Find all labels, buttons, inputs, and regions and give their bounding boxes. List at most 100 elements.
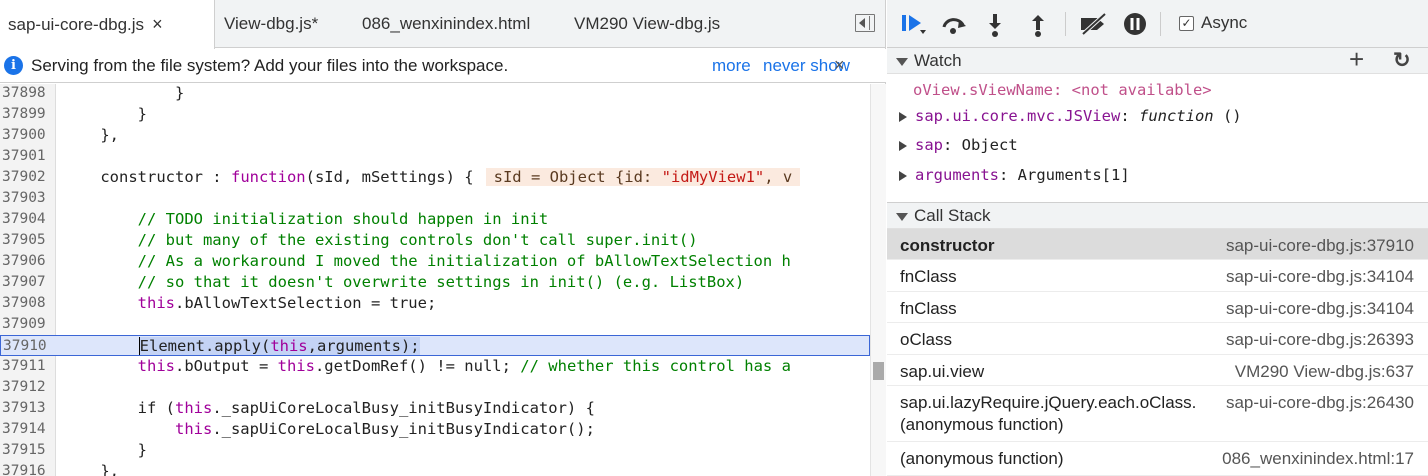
editor-scrollbar[interactable] [870, 84, 886, 476]
line-number[interactable]: 37904 [2, 209, 46, 230]
callstack-frame[interactable]: oClass sap-ui-core-dbg.js:26393 [887, 323, 1428, 355]
callstack-frame[interactable]: sap.ui.lazyRequire.jQuery.each.oClass. (a… [887, 386, 1428, 442]
code-line: 37898 } [0, 84, 870, 104]
line-source: this.bAllowTextSelection = true; [63, 293, 437, 314]
step-over-icon[interactable] [940, 13, 968, 35]
close-infobar-icon[interactable]: × [834, 49, 845, 82]
line-number[interactable]: 37907 [2, 272, 46, 293]
code-line: 37914 this._sapUiCoreLocalBusy_initBusyI… [0, 419, 870, 440]
watch-item[interactable]: sap: Object [887, 131, 1428, 160]
resume-icon[interactable] [900, 13, 928, 35]
close-tab-icon[interactable]: × [152, 14, 163, 34]
inline-value-string: "idMyView1" [661, 168, 765, 186]
watch-separator: : [999, 166, 1018, 184]
code-line: 37912 [0, 377, 870, 398]
line-number[interactable]: 37912 [2, 377, 46, 398]
callstack-section-header[interactable]: Call Stack [887, 202, 1428, 229]
line-number[interactable]: 37898 [2, 84, 46, 104]
frame-location[interactable]: sap-ui-core-dbg.js:34104 [1226, 266, 1414, 288]
line-number[interactable]: 37908 [2, 293, 46, 314]
watch-separator: : [943, 136, 962, 154]
more-link[interactable]: more [712, 49, 751, 82]
refresh-icon[interactable]: ↻ [1393, 48, 1411, 74]
frame-location[interactable]: sap-ui-core-dbg.js:26430 [1226, 392, 1414, 414]
watch-name: arguments [915, 166, 999, 184]
frame-location[interactable]: sap-ui-core-dbg.js:37910 [1226, 235, 1414, 257]
code-line: 37903 [0, 188, 870, 209]
watch-value: () [1213, 107, 1242, 125]
watch-section-header[interactable]: Watch + ↻ [887, 46, 1428, 74]
line-number[interactable]: 37909 [2, 314, 46, 335]
line-source: }, [63, 461, 119, 476]
callstack-frame[interactable]: sap.ui.view VM290 View-dbg.js:637 [887, 355, 1428, 386]
line-source: this._sapUiCoreLocalBusy_initBusyIndicat… [63, 419, 595, 440]
line-number[interactable]: 37914 [2, 419, 46, 440]
code-text: }, [63, 462, 119, 476]
watch-expression: sap.ui.core.mvc.JSView: function () [915, 102, 1242, 131]
line-number[interactable]: 37899 [2, 104, 46, 125]
keyword: this [174, 399, 213, 417]
line-source: Element.apply(this,arguments); [64, 336, 420, 357]
callstack-frame[interactable]: (anonymous function) 086_wenxinindex.html… [887, 442, 1428, 476]
watch-expression: sap: Object [915, 131, 1018, 160]
line-number[interactable]: 37913 [2, 398, 46, 419]
line-source: // TODO initialization should happen in … [63, 209, 549, 230]
callstack-frame[interactable]: constructor sap-ui-core-dbg.js:37910 [887, 229, 1428, 260]
tab-view-dbg[interactable]: View-dbg.js* [216, 0, 318, 48]
line-source: this.bOutput = this.getDomRef() != null;… [63, 356, 791, 377]
code-text: constructor : [63, 168, 231, 186]
frame-location[interactable]: 086_wenxinindex.html:17 [1222, 448, 1414, 470]
line-number[interactable]: 37902 [2, 167, 46, 188]
line-number[interactable]: 37911 [2, 356, 46, 377]
source-panel: sap-ui-core-dbg.js × View-dbg.js* 086_wen… [0, 0, 886, 476]
async-checkbox[interactable]: ✓ [1179, 16, 1194, 31]
tab-wenxinindex-html[interactable]: 086_wenxinindex.html [354, 0, 530, 48]
line-number[interactable]: 37906 [2, 251, 46, 272]
line-number[interactable]: 37910 [3, 336, 47, 357]
expand-triangle-icon[interactable] [899, 141, 907, 151]
code-comment: // TODO initialization should happen in … [63, 210, 549, 228]
frame-location[interactable]: sap-ui-core-dbg.js:34104 [1226, 298, 1414, 320]
line-number[interactable]: 37905 [2, 230, 46, 251]
step-out-icon[interactable] [1029, 13, 1047, 37]
frame-location[interactable]: sap-ui-core-dbg.js:26393 [1226, 329, 1414, 351]
keyword: this [137, 357, 175, 375]
expand-triangle-icon[interactable] [899, 112, 907, 122]
watch-item[interactable]: sap.ui.core.mvc.JSView: function () [887, 102, 1428, 131]
line-number[interactable]: 37916 [2, 461, 46, 476]
scrollbar-thumb[interactable] [873, 362, 884, 380]
code-text: }, [63, 126, 119, 144]
frame-function-name: sap.ui.view [900, 362, 985, 381]
tab-vm290-view-dbg[interactable]: VM290 View-dbg.js [566, 0, 720, 48]
keyword: this [270, 337, 308, 355]
toggle-debugger-icon[interactable] [855, 14, 875, 32]
line-number[interactable]: 37901 [2, 146, 46, 167]
frame-function-name: (anonymous function) [900, 415, 1064, 434]
callstack-frame[interactable]: fnClass sap-ui-core-dbg.js:34104 [887, 292, 1428, 323]
selected-code: ,arguments); [307, 337, 420, 355]
callstack-frame[interactable]: fnClass sap-ui-core-dbg.js:34104 [887, 260, 1428, 292]
frame-function: sap.ui.lazyRequire.jQuery.each.oClass. (a… [900, 392, 1196, 436]
debugger-sidebar: ✓ Async Watch + ↻ oView.sViewName: <not … [887, 0, 1428, 476]
step-into-icon[interactable] [986, 13, 1004, 37]
watch-item[interactable]: arguments: Arguments[1] [887, 161, 1428, 190]
add-watch-icon[interactable]: + [1349, 46, 1364, 72]
line-source: }, [63, 125, 119, 146]
watch-item[interactable]: oView.sViewName: <not available> [887, 76, 1428, 105]
line-source: } [63, 104, 147, 125]
expand-triangle-icon[interactable] [899, 171, 907, 181]
line-number[interactable]: 37915 [2, 440, 46, 461]
deactivate-breakpoints-icon[interactable] [1079, 13, 1109, 35]
frame-function: fnClass [900, 266, 957, 288]
line-number[interactable]: 37903 [2, 188, 46, 209]
code-editor[interactable]: 37898 } 37899 } 37900 }, 37901 37902 constru… [0, 84, 870, 476]
pause-on-exceptions-icon[interactable] [1123, 12, 1147, 36]
keyword: this [277, 357, 315, 375]
watch-name: oView.sViewName [913, 81, 1053, 99]
watch-value: Arguments[1] [1017, 166, 1130, 184]
frame-location[interactable]: VM290 View-dbg.js:637 [1235, 361, 1414, 383]
debugger-toolbar: ✓ Async [887, 0, 1428, 48]
line-number[interactable]: 37900 [2, 125, 46, 146]
tab-sap-ui-core-dbg[interactable]: sap-ui-core-dbg.js × [0, 0, 215, 49]
watch-value: <not available> [1071, 81, 1212, 99]
